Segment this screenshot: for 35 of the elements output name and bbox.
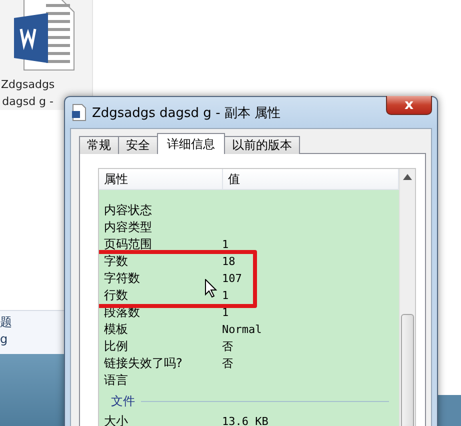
tab[interactable]: 安全 [118,136,158,154]
property-name: 页码范围 [103,236,152,253]
property-value: Normal [221,323,262,336]
tab[interactable]: 以前的版本 [224,136,300,154]
property-name: 比例 [103,338,128,355]
property-name: 字符数 [103,270,140,287]
property-name: 模板 [103,321,128,338]
property-value: 1 [221,238,229,251]
property-name: 链接失效了吗? [103,355,182,372]
file-name[interactable]: Zdgsadgs dagsd g - [1,76,55,110]
tab[interactable]: 常规 [79,136,119,154]
property-value: 1 [221,289,229,302]
property-value: 107 [221,272,242,285]
property-value: 13.6 KB [221,415,268,426]
tab[interactable]: 详细信息 [157,133,225,154]
window-title: Zdgsadgs dagsd g - 副本 属性 [92,104,281,122]
property-value: 18 [221,255,236,268]
property-name: 内容状态 [103,202,152,219]
property-value: 否 [221,339,233,354]
close-button[interactable]: x [386,96,432,115]
document-icon [72,104,86,121]
property-name: 内容类型 [103,219,152,236]
property-name: 行数 [103,287,128,304]
details-text: 题 [0,314,13,331]
property-name: 语言 [103,372,128,389]
desktop-background [438,395,461,426]
property-value: 1 [221,306,229,319]
details-text: g [0,331,9,348]
scrollbar-thumb[interactable] [401,314,414,426]
group-heading: 文件 [111,392,135,410]
scroll-up-icon[interactable] [403,174,412,180]
property-value: 否 [221,356,233,371]
property-name: 字数 [103,253,128,270]
mouse-cursor-icon [205,279,217,298]
column-header[interactable]: 属性 [99,169,223,189]
